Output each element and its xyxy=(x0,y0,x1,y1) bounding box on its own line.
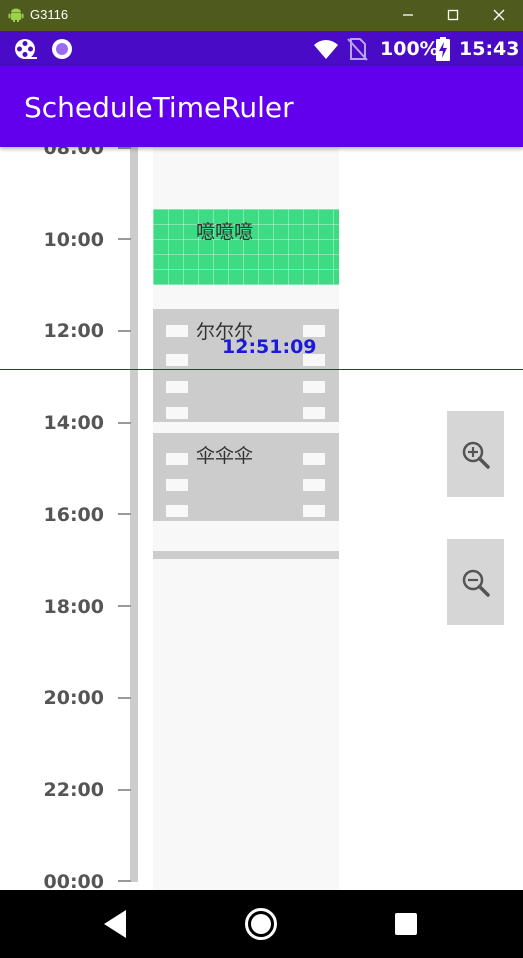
no-sim-icon xyxy=(347,38,368,61)
close-button[interactable] xyxy=(488,4,510,26)
schedule-event[interactable]: 尔尔尔 xyxy=(153,309,339,422)
maximize-icon xyxy=(447,9,459,21)
current-time-label: 12:51:09 xyxy=(222,336,317,358)
tick-mark xyxy=(118,880,131,882)
app-bar: ScheduleTimeRuler xyxy=(0,66,523,147)
schedule-event-bar[interactable] xyxy=(153,551,339,559)
tick-label: 18:00 xyxy=(43,596,104,618)
schedule-event[interactable]: 伞伞伞 xyxy=(153,433,339,521)
schedule-time-ruler[interactable]: 08:00 10:00 12:00 14:00 16:00 18:00 20:0… xyxy=(0,147,523,890)
zoom-out-icon xyxy=(462,569,490,597)
status-clock: 15:43 xyxy=(459,38,520,60)
window-title: G3116 xyxy=(30,7,69,22)
tick-mark xyxy=(118,147,131,149)
event-label: 噫噫噫 xyxy=(196,221,254,243)
recents-icon xyxy=(395,913,417,935)
zoom-out-button[interactable] xyxy=(447,539,504,625)
zoom-in-button[interactable] xyxy=(447,411,504,497)
tick-mark xyxy=(118,605,131,607)
minimize-button[interactable] xyxy=(397,4,419,26)
tick-label: 16:00 xyxy=(43,504,104,526)
tick-label: 22:00 xyxy=(43,779,104,801)
battery-percent: 100% xyxy=(380,38,439,60)
battery-charging-icon xyxy=(436,37,450,61)
ruler-axis xyxy=(130,147,138,882)
tick-label: 20:00 xyxy=(43,687,104,709)
home-button[interactable] xyxy=(244,907,278,946)
tick-mark xyxy=(118,238,131,240)
close-icon xyxy=(493,9,505,21)
tick-label: 10:00 xyxy=(43,229,104,251)
tick-label: 00:00 xyxy=(43,871,104,890)
window-titlebar: G3116 xyxy=(0,0,523,31)
back-icon xyxy=(104,910,126,938)
app-title: ScheduleTimeRuler xyxy=(24,91,294,124)
back-button[interactable] xyxy=(100,908,130,945)
tick-mark xyxy=(118,422,131,424)
current-time-line xyxy=(0,369,523,370)
home-icon xyxy=(245,908,277,940)
minimize-icon xyxy=(403,14,413,16)
tick-mark xyxy=(118,789,131,791)
event-label: 伞伞伞 xyxy=(196,445,254,467)
tick-mark xyxy=(118,697,131,699)
recents-button[interactable] xyxy=(394,912,418,941)
schedule-event[interactable]: 噫噫噫 xyxy=(153,209,339,285)
tick-label: 08:00 xyxy=(43,147,104,159)
navigation-bar xyxy=(0,890,523,958)
tick-label: 12:00 xyxy=(43,320,104,342)
tick-mark xyxy=(118,513,131,515)
zoom-in-icon xyxy=(462,441,490,469)
android-icon xyxy=(8,8,24,22)
tick-mark xyxy=(118,330,131,332)
tick-label: 14:00 xyxy=(43,412,104,434)
record-icon xyxy=(52,39,72,59)
film-reel-icon xyxy=(15,39,37,59)
maximize-button[interactable] xyxy=(442,4,464,26)
status-bar: 100% 15:43 xyxy=(0,31,523,66)
wifi-icon xyxy=(314,40,338,59)
